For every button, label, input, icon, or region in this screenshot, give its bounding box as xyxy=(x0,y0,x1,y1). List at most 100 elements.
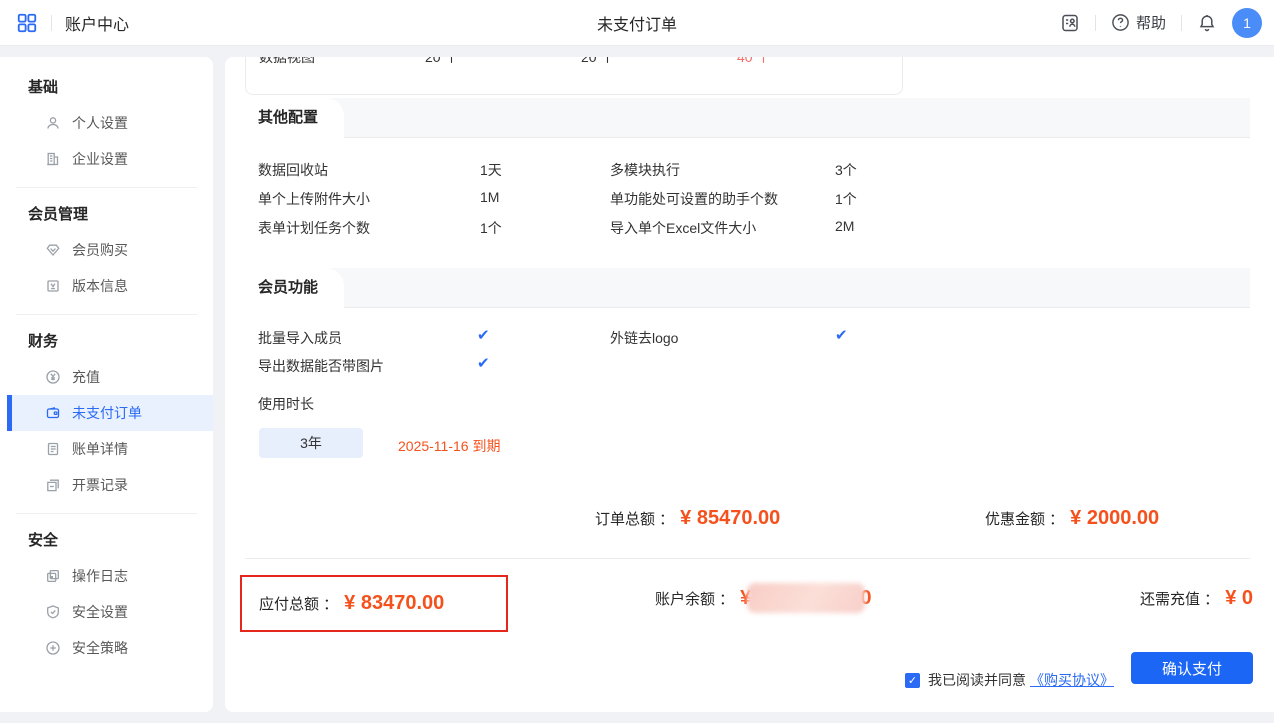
sidebar-item-label: 版本信息 xyxy=(72,276,128,296)
agreement-row: ✓ 我已阅读并同意 《购买协议》 xyxy=(905,670,1114,690)
header-divider xyxy=(51,15,52,31)
sidebar-item-label: 企业设置 xyxy=(72,149,128,169)
tab-other-config[interactable]: 其他配置 xyxy=(245,98,344,139)
contact-book-icon[interactable] xyxy=(1060,13,1080,33)
bill-doc-icon xyxy=(45,441,61,457)
sidebar-divider xyxy=(16,314,197,315)
tab-member-features[interactable]: 会员功能 xyxy=(245,268,344,309)
sidebar-divider xyxy=(16,513,197,514)
logs-icon xyxy=(45,568,61,584)
sidebar-item-label: 安全设置 xyxy=(72,602,128,622)
app-grid-icon[interactable] xyxy=(16,12,38,34)
balance-redacted-blur xyxy=(747,583,865,613)
page: 账户中心 未支付订单 帮助 xyxy=(0,0,1274,723)
config-value: 1天 xyxy=(480,160,502,180)
sidebar-item-label: 会员购买 xyxy=(72,240,128,260)
help-button[interactable]: 帮助 xyxy=(1111,12,1166,33)
version-doc-icon xyxy=(45,278,61,294)
invoice-icon xyxy=(45,477,61,493)
duration-option-chip[interactable]: 3年 xyxy=(259,428,363,458)
user-icon xyxy=(45,115,61,131)
notification-bell-icon[interactable] xyxy=(1197,13,1217,33)
order-total-value: ¥ 85470.00 xyxy=(680,507,780,530)
payable-annotation-box: 应付总额 ： ¥ 83470.00 xyxy=(240,575,508,632)
sidebar-divider xyxy=(16,187,197,188)
sidebar-item-recharge[interactable]: 充值 xyxy=(0,359,213,395)
sidebar-item-enterprise-settings[interactable]: 企业设置 xyxy=(0,141,213,177)
sidebar-item-bill-details[interactable]: 账单详情 xyxy=(0,431,213,467)
check-icon: ✔ xyxy=(477,326,490,344)
sidebar-heading-finance: 财务 xyxy=(0,325,213,359)
sidebar-item-version-info[interactable]: 版本信息 xyxy=(0,268,213,304)
discount-label: 优惠金额 ： xyxy=(985,508,1064,529)
sidebar-item-label: 充值 xyxy=(72,367,100,387)
sidebar-nav: 基础 个人设置 企业设置 会员管理 会员购买 版本信息 xyxy=(0,57,213,712)
quota-row-added: 20 个 xyxy=(581,57,614,67)
diamond-icon xyxy=(45,242,61,258)
sidebar-item-label: 个人设置 xyxy=(72,113,128,133)
sidebar-heading-membership: 会员管理 xyxy=(0,198,213,232)
quota-table-row: 数据视图 20 个 20 个 40 个 xyxy=(246,57,902,66)
sidebar-item-security-settings[interactable]: 安全设置 xyxy=(0,594,213,630)
user-avatar[interactable]: 1 xyxy=(1232,8,1262,38)
shield-check-icon xyxy=(45,604,61,620)
config-label: 多模块执行 xyxy=(610,160,680,180)
help-icon xyxy=(1111,13,1130,32)
discount-group: 优惠金额 ： ¥ 2000.00 xyxy=(985,507,1159,530)
header-divider xyxy=(1181,15,1182,31)
order-total-group: 订单总额 ： ¥ 85470.00 xyxy=(595,507,780,530)
sidebar-item-personal-settings[interactable]: 个人设置 xyxy=(0,105,213,141)
duration-label: 使用时长 xyxy=(258,394,314,414)
config-label: 数据回收站 xyxy=(258,160,328,180)
quota-table-card: 数据视图 20 个 20 个 40 个 xyxy=(245,57,903,95)
purchase-agreement-link[interactable]: 《购买协议》 xyxy=(1030,670,1114,690)
config-value: 1个 xyxy=(835,189,857,209)
config-label: 单功能处可设置的助手个数 xyxy=(610,189,778,209)
quota-row-current: 20 个 xyxy=(425,57,458,67)
discount-value: ¥ 2000.00 xyxy=(1070,507,1159,530)
agreement-checkbox[interactable]: ✓ xyxy=(905,673,920,688)
recharge-value: ¥ 0 xyxy=(1225,587,1253,610)
config-value: 3个 xyxy=(835,160,857,180)
member-features-tab-strip: 会员功能 xyxy=(245,268,1250,308)
header-divider xyxy=(1095,15,1096,31)
balance-label: 账户余额 ： xyxy=(655,588,734,609)
sidebar-heading-security: 安全 xyxy=(0,524,213,558)
sidebar-item-invoice-records[interactable]: 开票记录 xyxy=(0,467,213,503)
payable-value: ¥ 83470.00 xyxy=(344,592,444,615)
config-label: 导入单个Excel文件大小 xyxy=(610,218,756,238)
check-icon: ✔ xyxy=(477,354,490,372)
top-header: 账户中心 未支付订单 帮助 xyxy=(0,0,1274,46)
feature-label: 导出数据能否带图片 xyxy=(258,356,384,376)
config-value: 1个 xyxy=(480,218,502,238)
sidebar-item-unpaid-orders[interactable]: 未支付订单 xyxy=(0,395,213,431)
sidebar-item-operation-logs[interactable]: 操作日志 xyxy=(0,558,213,594)
order-total-label: 订单总额 ： xyxy=(595,508,674,529)
summary-divider xyxy=(245,558,1250,559)
app-title: 账户中心 xyxy=(65,11,129,35)
sidebar-item-security-policy[interactable]: 安全策略 xyxy=(0,630,213,666)
account-balance-group: 账户余额 ： ¥ 00 xyxy=(655,583,872,613)
config-value: 1M xyxy=(480,189,499,205)
check-icon: ✔ xyxy=(835,326,848,344)
payable-label: 应付总额 ： xyxy=(259,593,338,614)
building-icon xyxy=(45,151,61,167)
recharge-needed-group: 还需充值 ： ¥ 0 xyxy=(1140,583,1253,613)
config-value: 2M xyxy=(835,218,854,234)
quota-row-label: 数据视图 xyxy=(259,57,315,67)
expire-date-text: 2025-11-16 到期 xyxy=(398,436,500,456)
sidebar-item-label: 未支付订单 xyxy=(72,403,142,423)
config-label: 表单计划任务个数 xyxy=(258,218,370,238)
sidebar-item-label: 开票记录 xyxy=(72,475,128,495)
circle-plus-icon xyxy=(45,640,61,656)
recharge-label: 还需充值 ： xyxy=(1140,588,1219,609)
feature-label: 批量导入成员 xyxy=(258,328,342,348)
sidebar-item-label: 账单详情 xyxy=(72,439,128,459)
sidebar-item-member-purchase[interactable]: 会员购买 xyxy=(0,232,213,268)
quota-row-total: 40 个 xyxy=(737,57,770,67)
feature-label: 外链去logo xyxy=(610,328,678,348)
confirm-pay-button[interactable]: 确认支付 xyxy=(1131,652,1253,684)
agreement-text: 我已阅读并同意 xyxy=(928,670,1026,690)
help-label: 帮助 xyxy=(1136,12,1166,33)
config-label: 单个上传附件大小 xyxy=(258,189,370,209)
